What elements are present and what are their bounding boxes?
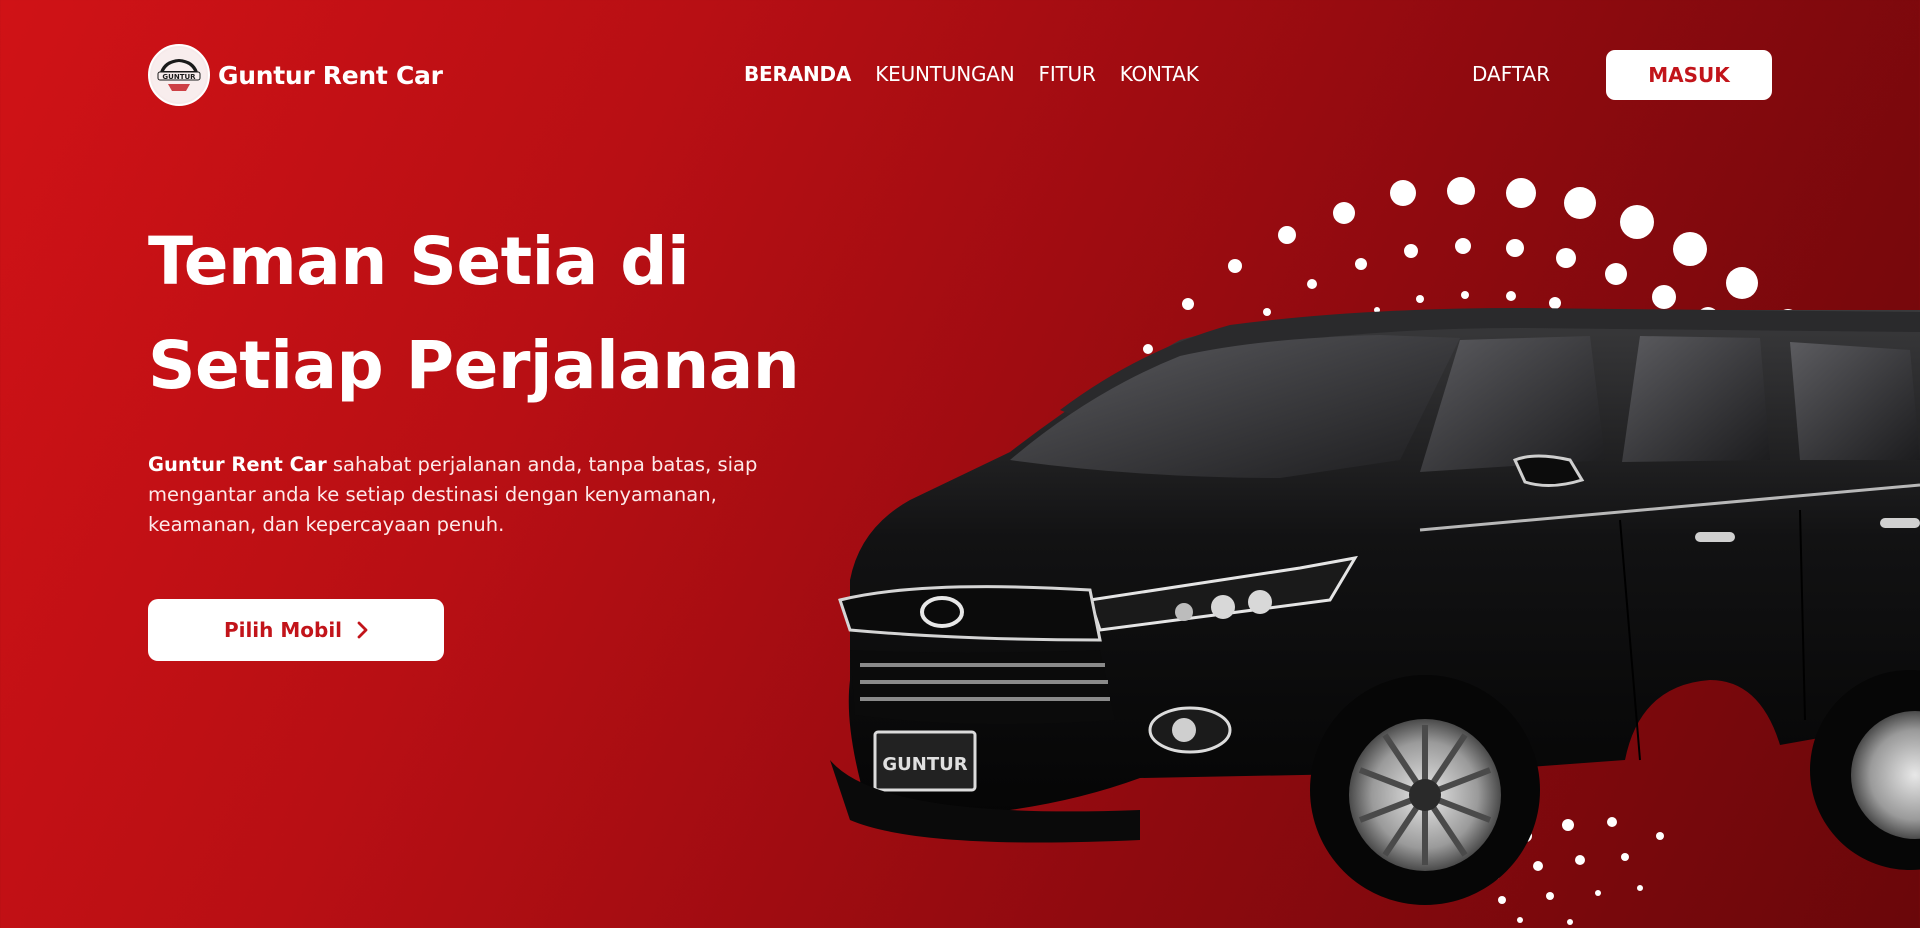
brand-badge-icon: GUNTUR (148, 44, 210, 106)
hero-artwork: GUNTUR (760, 160, 1920, 928)
svg-text:GUNTUR: GUNTUR (162, 73, 196, 81)
choose-car-button[interactable]: Pilih Mobil (148, 599, 444, 661)
brand-logo[interactable]: GUNTUR Guntur Rent Car (148, 44, 443, 106)
chevron-right-icon (356, 621, 368, 639)
login-button[interactable]: MASUK (1606, 50, 1772, 100)
navbar: GUNTUR Guntur Rent Car BERANDA KEUNTUNGA… (0, 0, 1920, 150)
nav-item-kontak[interactable]: KONTAK (1120, 62, 1199, 86)
nav-item-keuntungan[interactable]: KEUNTUNGAN (875, 62, 1015, 86)
license-plate-text: GUNTUR (882, 754, 967, 775)
hero-title-line-1: Teman Setia di (148, 223, 690, 300)
register-link[interactable]: DAFTAR (1472, 62, 1550, 86)
choose-car-label: Pilih Mobil (223, 618, 343, 642)
hero-description: Guntur Rent Car sahabat perjalanan anda,… (148, 450, 788, 540)
nav-item-beranda[interactable]: BERANDA (744, 62, 851, 86)
hero-title-line-2: Setiap Perjalanan (148, 327, 800, 404)
hero-illustration: GUNTUR (830, 177, 1920, 925)
main-menu: BERANDA KEUNTUNGAN FITUR KONTAK (744, 62, 1223, 86)
car-illustration: GUNTUR (830, 308, 1920, 905)
hero-description-brand: Guntur Rent Car (148, 453, 327, 476)
brand-name: Guntur Rent Car (218, 60, 443, 90)
nav-item-fitur[interactable]: FITUR (1039, 62, 1096, 86)
